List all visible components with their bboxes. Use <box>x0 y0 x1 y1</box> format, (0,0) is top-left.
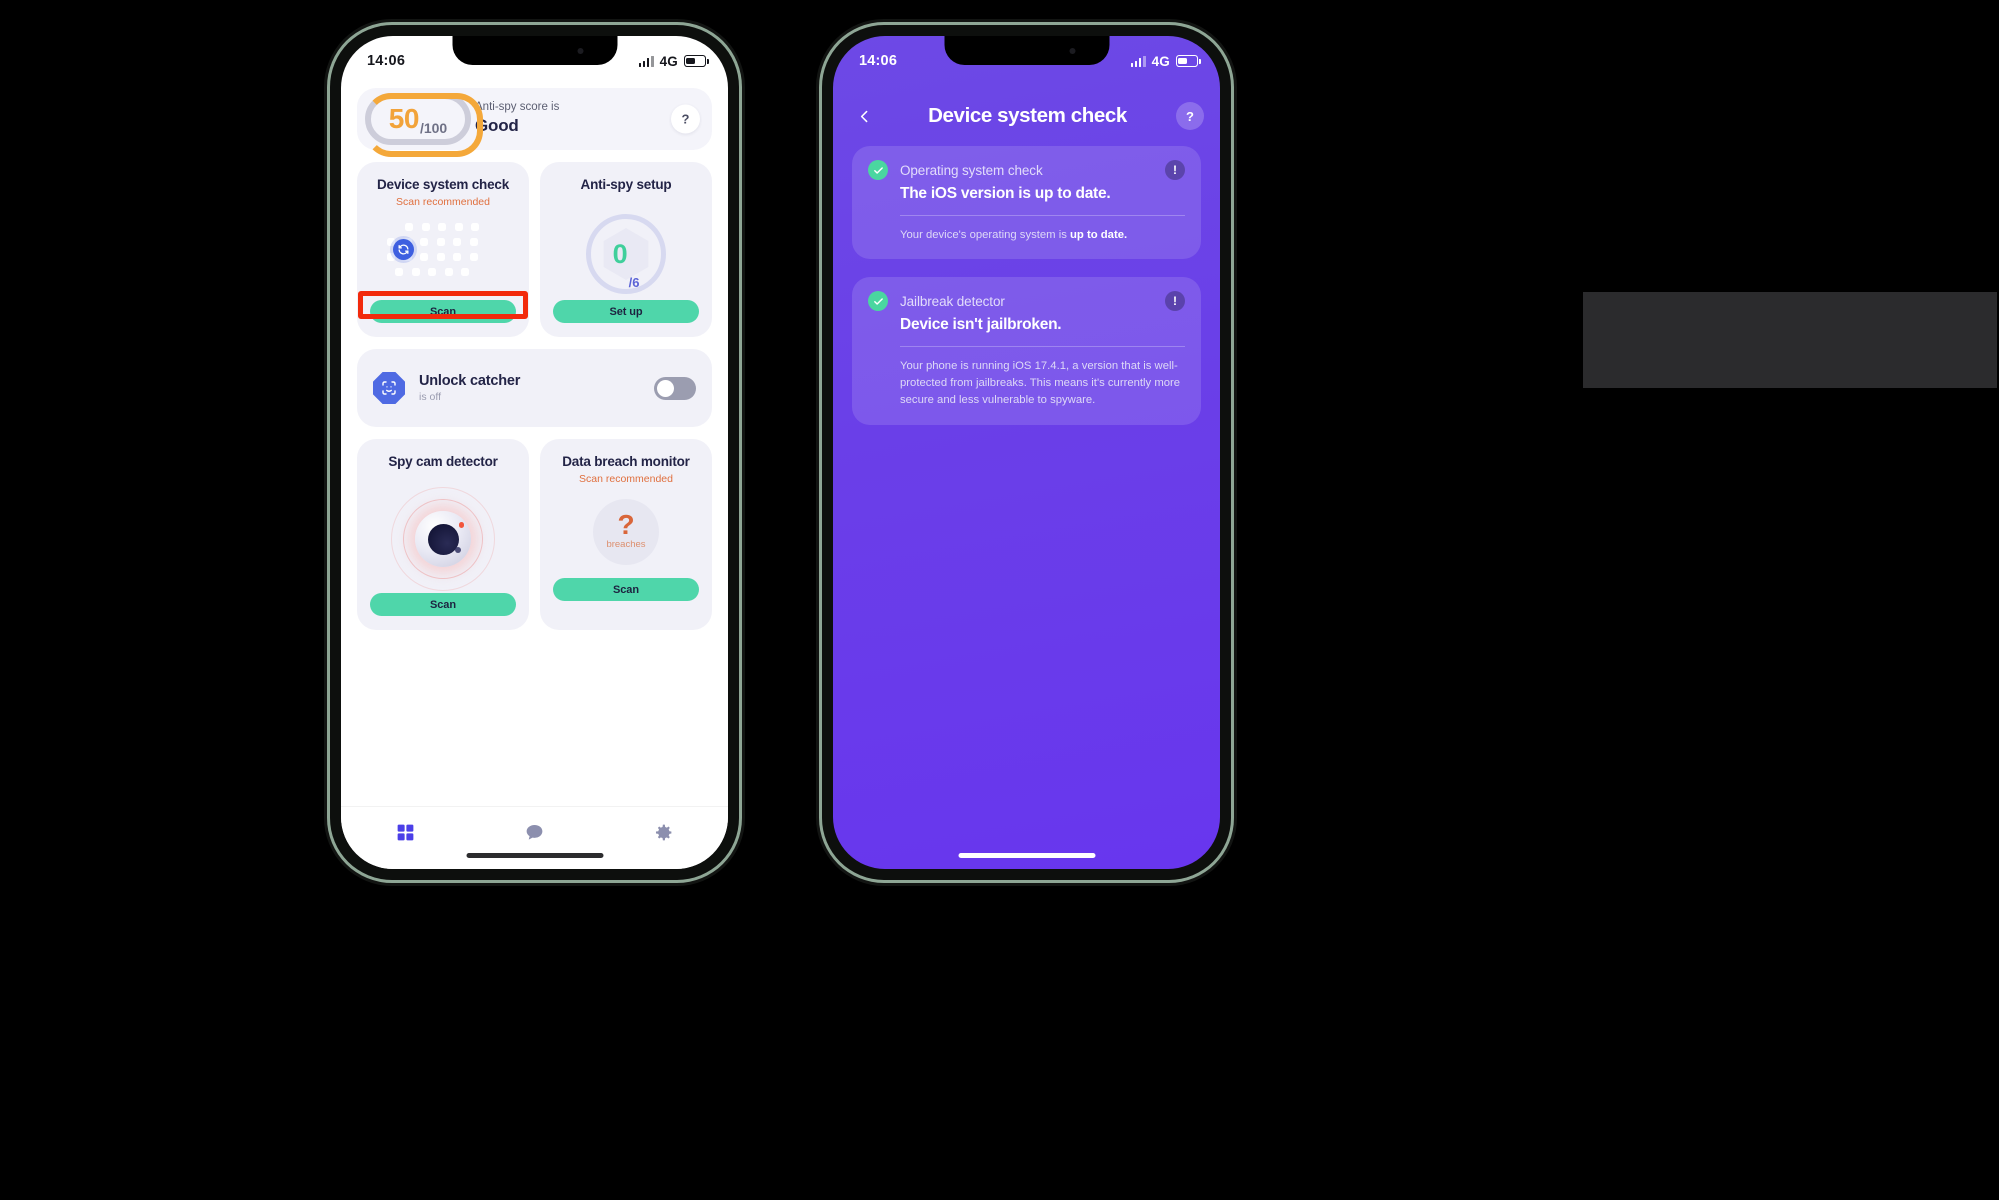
unlock-catcher-title: Unlock catcher <box>419 373 521 389</box>
back-button[interactable] <box>849 101 879 131</box>
home-indicator <box>466 853 603 858</box>
result-name: Operating system check <box>900 162 1043 178</box>
card-data-breach-monitor[interactable]: Data breach monitor Scan recommended ? b… <box>540 439 712 630</box>
left-screen: 14:06 4G 50 /100 Anti-spy score is Good … <box>341 36 728 869</box>
signal-bars-icon <box>638 55 654 67</box>
result-name: Jailbreak detector <box>900 293 1005 309</box>
setup-progress-total: /6 <box>628 275 640 290</box>
divider <box>900 215 1185 216</box>
chevron-left-icon <box>860 110 867 122</box>
status-time: 14:06 <box>859 53 898 69</box>
result-description: Your phone is running iOS 17.4.1, a vers… <box>900 360 1181 407</box>
unlock-catcher-status: is off <box>419 391 441 403</box>
front-camera-icon <box>1069 48 1075 54</box>
page-title: Device system check <box>928 104 1127 127</box>
question-mark-circle: ? breaches <box>540 485 712 578</box>
card-spy-cam-detector[interactable]: Spy cam detector Scan <box>357 439 529 630</box>
result-description-text: Your device's operating system is <box>900 229 1071 241</box>
data-breach-monitor-scan-button[interactable]: Scan <box>552 578 700 601</box>
camera-lens-icon <box>357 485 529 593</box>
home-indicator <box>958 853 1095 858</box>
check-circle-icon <box>868 291 888 312</box>
network-label: 4G <box>659 53 678 69</box>
grid-icon <box>397 824 414 840</box>
dot-matrix-refresh-icon <box>357 208 529 300</box>
status-time: 14:06 <box>367 53 406 69</box>
setup-progress-value: 0 <box>612 238 628 269</box>
face-id-octagon-icon <box>373 372 405 404</box>
right-screen: 14:06 4G Device system check ? Operating… <box>833 36 1220 869</box>
result-card-jailbreak-detector[interactable]: Jailbreak detector ! Device isn't jailbr… <box>852 277 1201 425</box>
battery-icon <box>684 55 709 67</box>
score-denominator: /100 <box>419 120 448 136</box>
score-help-button[interactable]: ? <box>671 104 700 134</box>
phone-right: 14:06 4G Device system check ? Operating… <box>822 25 1231 880</box>
tab-dashboard[interactable] <box>341 822 470 855</box>
score-value: 50 <box>388 103 420 134</box>
exclamation-circle-icon[interactable]: ! <box>1165 160 1185 180</box>
scan-button-wrapper: Scan <box>357 291 529 323</box>
divider <box>900 346 1185 348</box>
gear-icon <box>655 824 672 840</box>
front-camera-icon <box>577 48 583 54</box>
device-system-check-scan-button[interactable]: Scan <box>369 300 517 323</box>
unlock-catcher-row[interactable]: Unlock catcher is off <box>357 349 712 427</box>
notch <box>452 36 617 65</box>
feature-card-row-1: Device system check Scan recommended Sca… <box>357 162 712 337</box>
card-title: Anti-spy setup <box>580 177 672 192</box>
refresh-icon <box>393 239 414 260</box>
breach-count: ? <box>617 508 635 540</box>
progress-ring-hexagon: 0 /6 <box>540 208 712 300</box>
phone-left: 14:06 4G 50 /100 Anti-spy score is Good … <box>330 25 739 880</box>
chat-bubble-icon <box>526 824 543 840</box>
help-button[interactable]: ? <box>1176 102 1204 130</box>
left-content: 50 /100 Anti-spy score is Good ? Device … <box>341 76 728 869</box>
result-status: Device isn't jailbroken. <box>900 316 1062 334</box>
card-title: Data breach monitor <box>562 454 690 469</box>
card-subtitle: Scan recommended <box>579 473 673 485</box>
result-card-operating-system-check[interactable]: Operating system check ! The iOS version… <box>852 146 1201 260</box>
card-title: Spy cam detector <box>388 454 498 469</box>
feature-card-row-2: Spy cam detector Scan Data breach monito… <box>357 439 712 630</box>
card-device-system-check[interactable]: Device system check Scan recommended Sca… <box>357 162 529 337</box>
spy-cam-detector-scan-button[interactable]: Scan <box>369 593 517 616</box>
empty-dark-panel <box>1583 292 1997 388</box>
card-subtitle: Scan recommended <box>396 196 490 208</box>
exclamation-circle-icon[interactable]: ! <box>1165 291 1185 312</box>
results-list: Operating system check ! The iOS version… <box>833 146 1220 869</box>
tab-chat[interactable] <box>470 822 599 855</box>
score-rating: Good <box>475 116 519 136</box>
score-progress-ring: 50 /100 <box>365 93 471 145</box>
tab-settings[interactable] <box>599 822 728 855</box>
battery-icon <box>1176 55 1201 67</box>
signal-bars-icon <box>1130 55 1146 67</box>
anti-spy-score-card[interactable]: 50 /100 Anti-spy score is Good ? <box>357 88 712 150</box>
score-caption: Anti-spy score is <box>475 101 560 114</box>
breach-label: breaches <box>606 539 646 551</box>
card-anti-spy-setup[interactable]: Anti-spy setup 0 /6 Set up <box>540 162 712 337</box>
network-label: 4G <box>1151 53 1170 69</box>
screenshot-stage: 14:06 4G 50 /100 Anti-spy score is Good … <box>0 0 1999 1200</box>
result-description: Your device's operating system is up to … <box>900 227 1185 244</box>
anti-spy-setup-button[interactable]: Set up <box>552 300 700 323</box>
notch <box>944 36 1109 65</box>
bottom-tab-bar <box>341 807 728 869</box>
page-header: Device system check ? <box>833 88 1220 144</box>
card-title: Device system check <box>376 177 510 192</box>
unlock-catcher-toggle[interactable] <box>654 376 696 400</box>
result-status: The iOS version is up to date. <box>900 185 1111 202</box>
check-circle-icon <box>868 160 888 180</box>
result-description-emphasis: up to date. <box>1070 229 1128 241</box>
